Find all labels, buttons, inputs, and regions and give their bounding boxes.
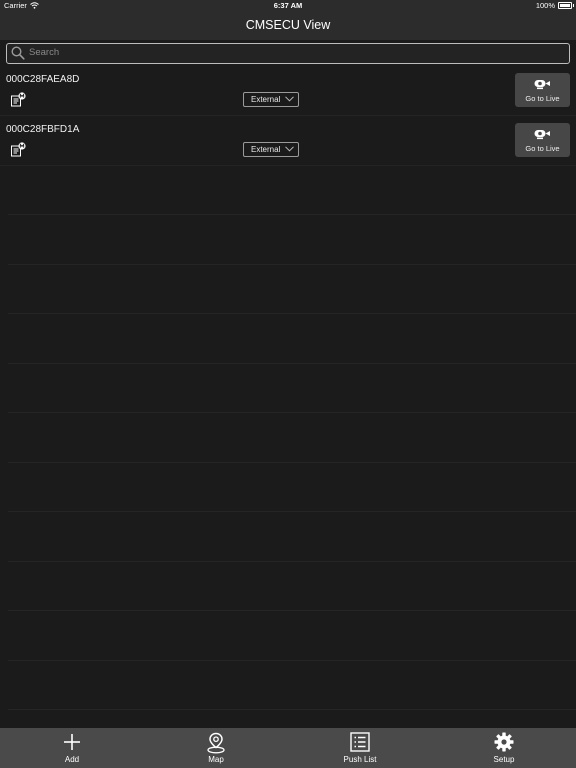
search-bar <box>0 40 576 66</box>
row-divider <box>8 313 576 314</box>
tab-map[interactable]: Map <box>176 728 256 768</box>
row-divider <box>8 511 576 512</box>
tab-push-list-label: Push List <box>343 755 377 764</box>
tab-push-list[interactable]: Push List <box>320 728 400 768</box>
page-title: CMSECU View <box>245 18 331 32</box>
row-divider <box>8 561 576 562</box>
tab-bar: Add Map Push List Setup <box>0 728 576 768</box>
navigation-bar: CMSECU View <box>0 12 576 40</box>
status-bar: Carrier 6:37 AM 100% <box>0 0 576 12</box>
device-name: 000C28FBFD1A <box>6 124 80 135</box>
row-divider <box>8 660 576 661</box>
device-name: 000C28FAEA8D <box>6 74 80 85</box>
chevron-down-icon <box>285 146 294 152</box>
connection-select-value: External <box>251 94 281 104</box>
search-box[interactable] <box>6 43 570 64</box>
device-row[interactable]: 000C28FBFD1A External Go to Live <box>0 116 576 166</box>
list-icon <box>350 732 370 752</box>
row-divider <box>8 264 576 265</box>
connection-select-value: External <box>251 144 281 154</box>
row-divider <box>8 709 576 710</box>
go-to-live-button[interactable]: Go to Live <box>515 73 570 107</box>
row-divider <box>8 363 576 364</box>
device-list: 000C28FAEA8D External Go to Live 000C28F… <box>0 66 576 728</box>
go-to-live-label: Go to Live <box>525 144 560 153</box>
device-row[interactable]: 000C28FAEA8D External Go to Live <box>0 66 576 116</box>
battery-percent: 100% <box>535 1 555 10</box>
search-input[interactable] <box>29 45 559 60</box>
memo-icon[interactable] <box>11 92 26 107</box>
status-time: 6:37 AM <box>273 1 303 10</box>
go-to-live-button[interactable]: Go to Live <box>515 123 570 157</box>
go-to-live-label: Go to Live <box>525 94 560 103</box>
map-pin-icon <box>207 732 225 754</box>
tab-map-label: Map <box>208 755 224 764</box>
camera-icon <box>534 80 550 90</box>
gear-icon <box>494 732 514 752</box>
tab-add-label: Add <box>64 755 80 764</box>
row-divider <box>8 610 576 611</box>
connection-select[interactable]: External <box>243 142 299 157</box>
row-divider <box>8 462 576 463</box>
memo-icon[interactable] <box>11 142 26 157</box>
tab-setup[interactable]: Setup <box>464 728 544 768</box>
camera-icon <box>534 130 550 140</box>
tab-setup-label: Setup <box>493 755 515 764</box>
plus-icon <box>64 734 80 750</box>
row-divider <box>8 214 576 215</box>
chevron-down-icon <box>285 96 294 102</box>
search-icon <box>11 46 25 60</box>
battery-icon <box>558 2 574 9</box>
tab-add[interactable]: Add <box>32 728 112 768</box>
row-divider <box>8 412 576 413</box>
connection-select[interactable]: External <box>243 92 299 107</box>
